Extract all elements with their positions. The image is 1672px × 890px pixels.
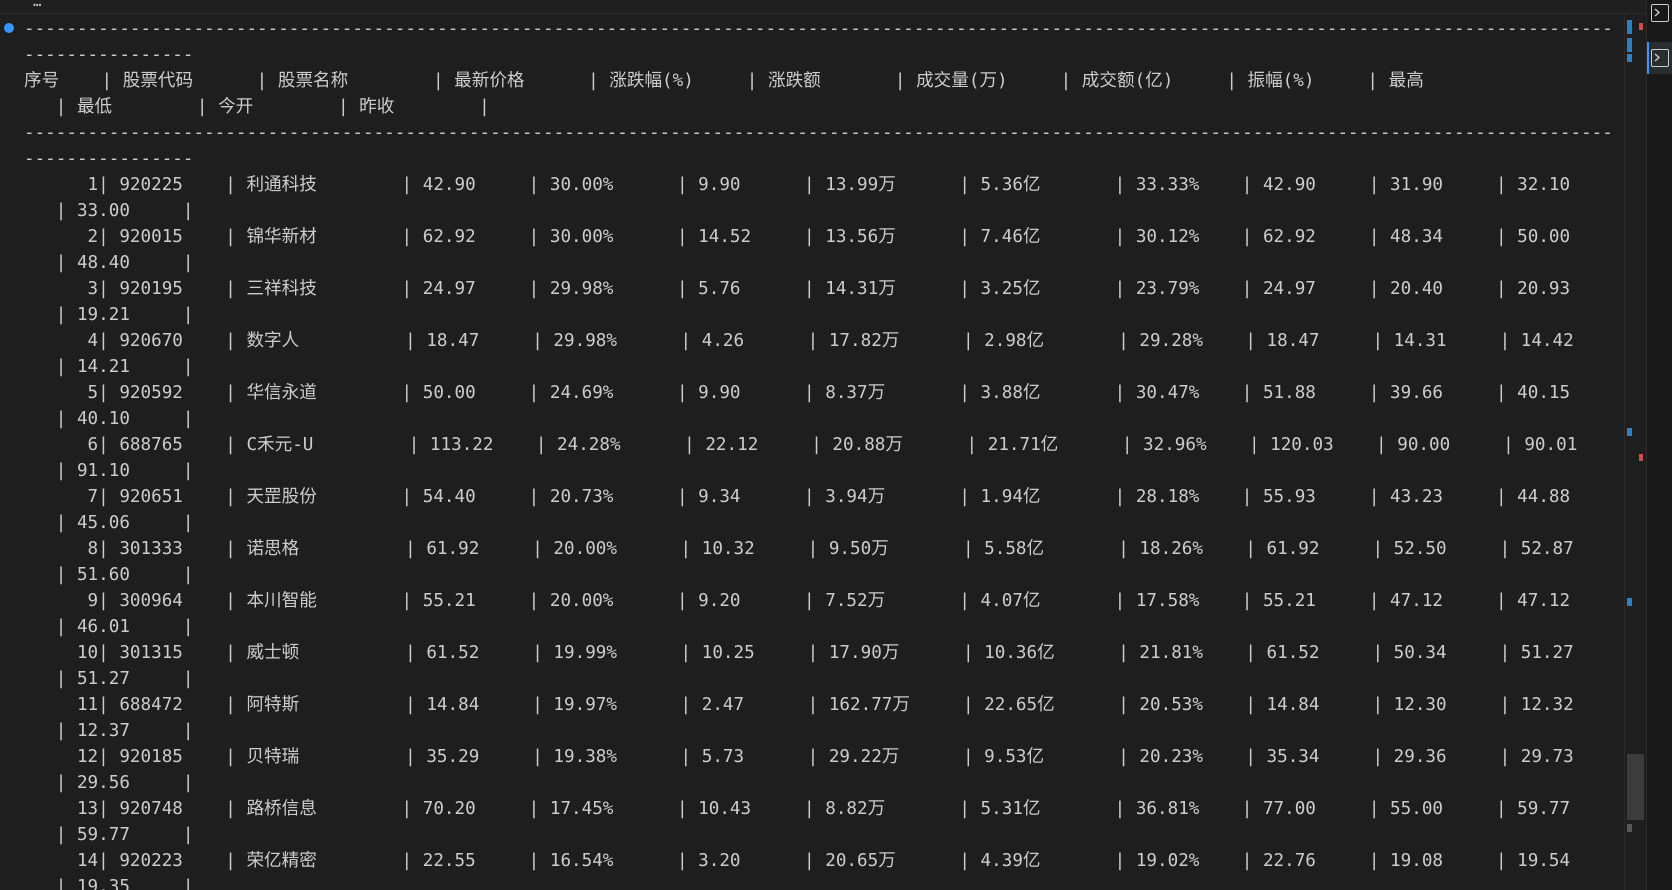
terminal-scrollbar[interactable] — [1624, 14, 1647, 890]
terminal-output[interactable]: ----------------------------------------… — [24, 16, 1620, 890]
terminal-split-icon[interactable] — [1651, 4, 1669, 22]
terminal-window: … --------------------------------------… — [0, 0, 1672, 890]
terminal-tabs-rail — [1646, 0, 1672, 890]
circle-dot-icon — [4, 23, 14, 33]
overview-ruler-marker — [1627, 824, 1632, 832]
overview-ruler-marker — [1627, 54, 1632, 62]
scrollbar-thumb[interactable] — [1627, 754, 1644, 820]
active-tab-indicator — [1647, 42, 1649, 74]
overview-ruler-marker — [1627, 38, 1632, 52]
overview-ruler-error-marker — [1639, 454, 1643, 461]
overview-ruler-marker — [1627, 428, 1632, 436]
overview-ruler-marker — [1627, 598, 1632, 606]
overview-ruler-marker — [1627, 20, 1632, 34]
panel-title-bar: … — [0, 0, 1672, 14]
overview-ruler-error-marker — [1639, 23, 1643, 30]
terminal-split-icon[interactable] — [1651, 49, 1669, 67]
more-actions-icon[interactable]: … — [33, 0, 42, 10]
terminal-text: ----------------------------------------… — [24, 19, 1613, 890]
